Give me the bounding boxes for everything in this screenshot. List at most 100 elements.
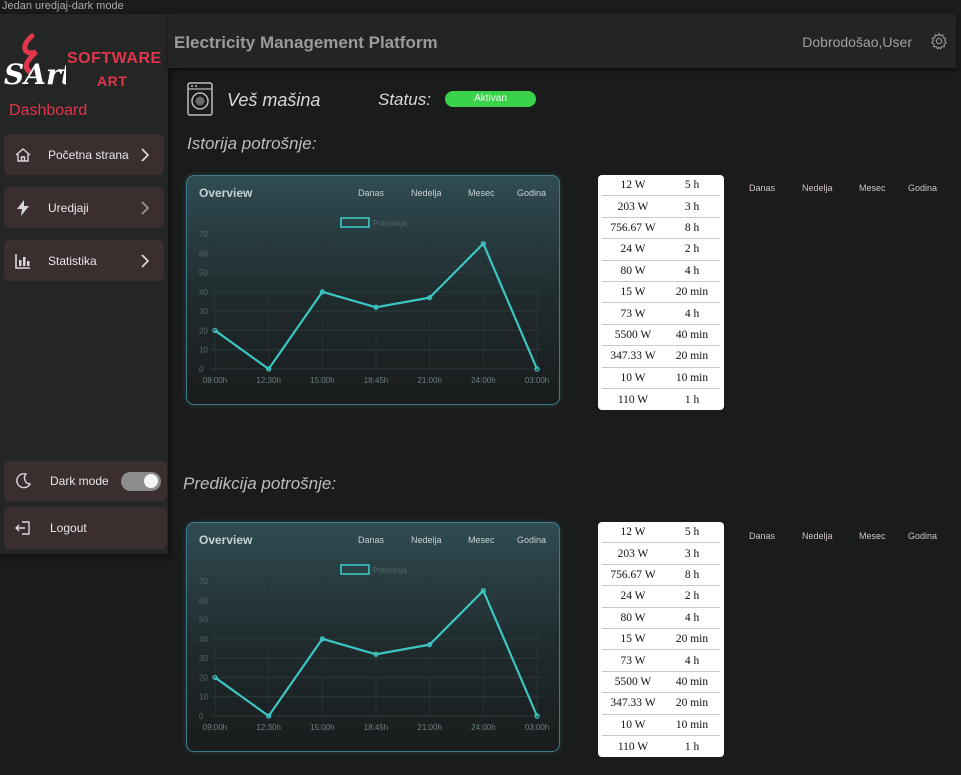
svg-text:SArt: SArt <box>4 58 66 91</box>
x-tick-label: 09:00h <box>203 723 227 732</box>
table-row: 203 W 3 h <box>602 543 720 565</box>
period-tab-godina[interactable]: Godina <box>908 183 937 193</box>
power-cell: 5500 W <box>614 675 652 688</box>
table-row: 10 W 10 min <box>602 368 720 389</box>
y-tick-label: 10 <box>199 346 208 355</box>
power-cell: 5500 W <box>614 328 652 341</box>
power-cell: 80 W <box>620 264 646 277</box>
dark-mode-row: Dark mode <box>4 461 167 501</box>
period-tab-godina[interactable]: Godina <box>908 531 937 541</box>
sidebar-item-pocetna[interactable]: Početna strana <box>4 134 164 175</box>
duration-cell: 40 min <box>675 328 709 341</box>
home-icon <box>15 147 31 162</box>
brand-line1: SOFTWARE <box>67 50 162 67</box>
power-cell: 10 W <box>620 718 646 731</box>
brand-line2: ART <box>97 73 128 89</box>
power-cell: 73 W <box>620 654 646 667</box>
duration-cell: 4 h <box>684 307 700 320</box>
duration-cell: 3 h <box>684 200 700 213</box>
y-tick-label: 40 <box>199 288 208 297</box>
table-row: 110 W 1 h <box>602 736 720 757</box>
x-tick-label: 12:30h <box>256 376 280 385</box>
status-label: Status: <box>378 90 431 109</box>
x-tick-label: 21:00h <box>417 376 441 385</box>
legend-label: Potrošnja <box>373 219 407 228</box>
table-row: 347.33 W 20 min <box>602 346 720 368</box>
sidebar-item-label: Statistika <box>48 253 97 268</box>
table-row: 203 W 3 h <box>602 196 720 218</box>
duration-cell: 4 h <box>684 654 700 667</box>
table-row: 5500 W 40 min <box>602 325 720 347</box>
period-tab-nedelja[interactable]: Nedelja <box>802 183 833 193</box>
x-tick-label: 15:00h <box>310 723 334 732</box>
y-tick-label: 50 <box>199 269 208 278</box>
dashboard-heading: Dashboard <box>9 102 88 119</box>
x-tick-label: 03:00h <box>525 723 549 732</box>
duration-cell: 20 min <box>675 286 709 299</box>
y-tick-label: 20 <box>199 673 208 682</box>
history-table: 12 W 5 h 203 W 3 h 756.67 W 8 h 24 W 2 h 80 W 4 h… <box>598 175 724 410</box>
status-badge: Aktivan <box>445 91 536 107</box>
history-line-chart: 0 10 20 30 40 50 60 70 09:00h 12:30h 15:00h 18:45h 2… <box>199 217 549 385</box>
power-cell: 110 W <box>617 393 649 406</box>
y-tick-label: 30 <box>199 307 208 316</box>
y-tick-label: 70 <box>199 230 208 239</box>
period-tab-danas[interactable]: Danas <box>749 531 775 541</box>
table-row: 10 W 10 min <box>602 715 720 736</box>
dark-mode-toggle[interactable] <box>121 471 161 491</box>
logout-icon <box>15 521 30 535</box>
sidebar-item-label: Uredjaji <box>48 200 89 215</box>
window-title: Jedan uredjaj-dark mode <box>2 0 124 12</box>
welcome-text: Dobrodošao,User <box>802 34 912 50</box>
x-tick-label: 18:45h <box>364 376 388 385</box>
app-title: Electricity Management Platform <box>174 33 438 52</box>
table-row: 73 W 4 h <box>602 303 720 325</box>
table-row: 24 W 2 h <box>602 586 720 608</box>
period-tab-nedelja[interactable]: Nedelja <box>802 531 833 541</box>
sidebar-item-statistika[interactable]: Statistika <box>4 240 164 281</box>
duration-cell: 40 min <box>675 675 709 688</box>
power-cell: 10 W <box>620 371 646 384</box>
logout-label: Logout <box>50 521 87 535</box>
gear-icon[interactable] <box>930 32 948 50</box>
prediction-line-chart: 0 10 20 30 40 50 60 70 09:00h 12:30h 15:00h 18:45h 2… <box>199 564 549 732</box>
power-cell: 756.67 W <box>610 568 656 581</box>
sidebar-item-uredjaji[interactable]: Uredjaji <box>4 187 164 228</box>
dark-mode-label: Dark mode <box>50 474 109 488</box>
washing-machine-icon <box>187 82 213 116</box>
duration-cell: 5 h <box>684 526 700 539</box>
y-tick-label: 60 <box>199 596 208 605</box>
table-row: 756.67 W 8 h <box>602 218 720 240</box>
duration-cell: 20 min <box>675 697 709 710</box>
period-tab-mesec[interactable]: Mesec <box>859 183 886 193</box>
power-cell: 12 W <box>620 179 646 192</box>
prediction-table: 12 W 5 h 203 W 3 h 756.67 W 8 h 24 W 2 h 80 W 4 h… <box>598 522 724 757</box>
table-row: 80 W 4 h <box>602 261 720 282</box>
x-tick-label: 24:00h <box>471 723 495 732</box>
legend-swatch <box>340 564 370 575</box>
logo: SArt SOFTWARE ART <box>2 22 162 92</box>
table-row: 73 W 4 h <box>602 650 720 672</box>
table-row: 15 W 20 min <box>602 282 720 304</box>
logout-button[interactable]: Logout <box>4 507 167 549</box>
power-cell: 110 W <box>617 740 649 753</box>
power-cell: 12 W <box>620 526 646 539</box>
period-tab-danas[interactable]: Danas <box>749 183 775 193</box>
table-row: 756.67 W 8 h <box>602 565 720 587</box>
table-row: 15 W 20 min <box>602 629 720 651</box>
period-tab-mesec[interactable]: Mesec <box>859 531 886 541</box>
table-row: 12 W 5 h <box>602 522 720 544</box>
bar-chart-icon <box>15 253 30 269</box>
duration-cell: 8 h <box>684 221 700 234</box>
moon-icon <box>16 472 32 489</box>
top-header: Electricity Management Platform Dobrodoš… <box>168 14 956 68</box>
duration-cell: 10 min <box>675 718 709 731</box>
legend-label: Potrošnja <box>373 566 407 575</box>
duration-cell: 5 h <box>684 179 700 192</box>
y-tick-label: 40 <box>199 635 208 644</box>
sidebar-item-label: Početna strana <box>48 147 129 162</box>
duration-cell: 4 h <box>684 611 700 624</box>
y-tick-label: 60 <box>199 249 208 258</box>
table-row: 347.33 W 20 min <box>602 693 720 715</box>
table-row: 12 W 5 h <box>602 175 720 197</box>
